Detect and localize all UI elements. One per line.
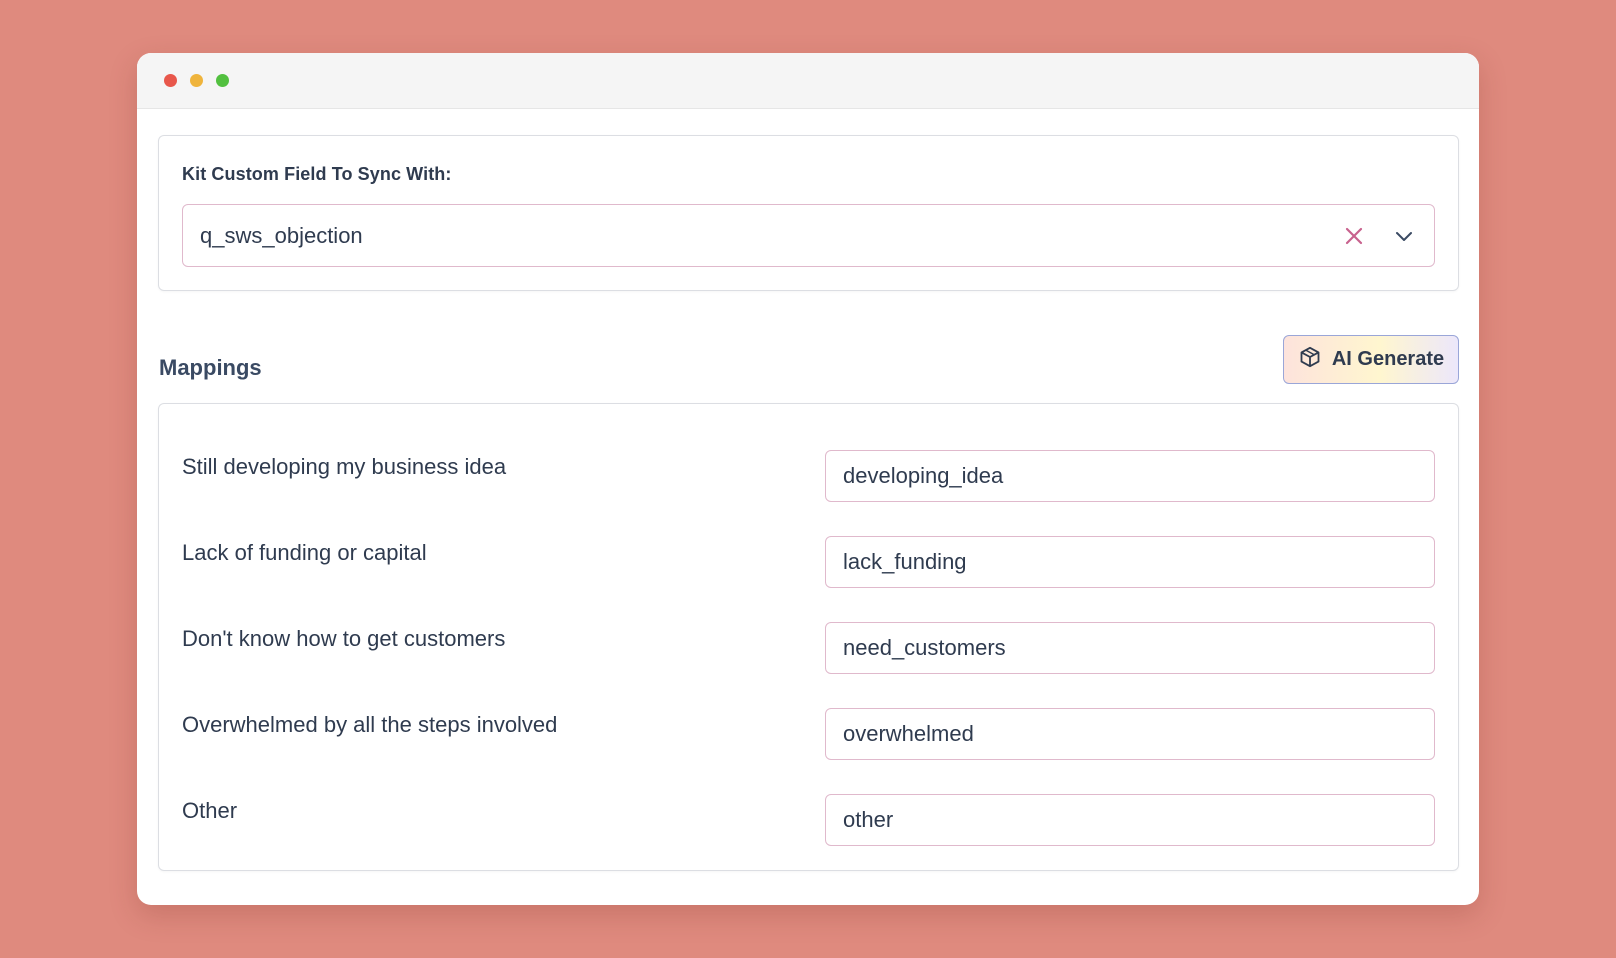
mapping-value-input[interactable] <box>825 794 1435 846</box>
custom-field-select[interactable]: q_sws_objection <box>182 204 1435 267</box>
title-bar <box>137 53 1479 109</box>
mapping-value-input[interactable] <box>825 708 1435 760</box>
mapping-option-label: Still developing my business idea <box>182 454 507 479</box>
mapping-row: Overwhelmed by all the steps involved <box>182 708 1435 794</box>
mappings-header: Mappings AI Generate <box>158 291 1459 403</box>
mapping-value-input[interactable] <box>825 622 1435 674</box>
mapping-value-input[interactable] <box>825 450 1435 502</box>
mapping-row: Still developing my business idea <box>182 450 1435 536</box>
ai-generate-button[interactable]: AI Generate <box>1283 335 1459 384</box>
mapping-option-label: Other <box>182 798 238 823</box>
mapping-value-input[interactable] <box>825 536 1435 588</box>
ai-generate-label: AI Generate <box>1331 348 1445 370</box>
mapping-option-label: Overwhelmed by all the steps involved <box>182 712 558 737</box>
sync-field-label: Kit Custom Field To Sync With: <box>182 164 452 184</box>
mappings-title: Mappings <box>159 355 262 380</box>
chevron-down-icon[interactable] <box>1390 222 1418 250</box>
mapping-row: Don't know how to get customers <box>182 622 1435 708</box>
mapping-option-label: Lack of funding or capital <box>182 540 427 565</box>
cube-icon <box>1298 345 1322 375</box>
window-close-button[interactable] <box>164 74 177 87</box>
mapping-row: Lack of funding or capital <box>182 536 1435 622</box>
mappings-card: Still developing my business idea Lack o… <box>158 403 1459 871</box>
main-content: Kit Custom Field To Sync With: q_sws_obj… <box>137 109 1479 871</box>
mapping-row: Other <box>182 794 1435 880</box>
window-minimize-button[interactable] <box>190 74 203 87</box>
mapping-option-label: Don't know how to get customers <box>182 626 506 651</box>
sync-field-card: Kit Custom Field To Sync With: q_sws_obj… <box>158 135 1459 291</box>
window-maximize-button[interactable] <box>216 74 229 87</box>
select-controls <box>1340 222 1418 250</box>
app-window: Kit Custom Field To Sync With: q_sws_obj… <box>137 53 1479 905</box>
close-icon[interactable] <box>1340 222 1368 250</box>
custom-field-selected-value: q_sws_objection <box>200 222 363 248</box>
